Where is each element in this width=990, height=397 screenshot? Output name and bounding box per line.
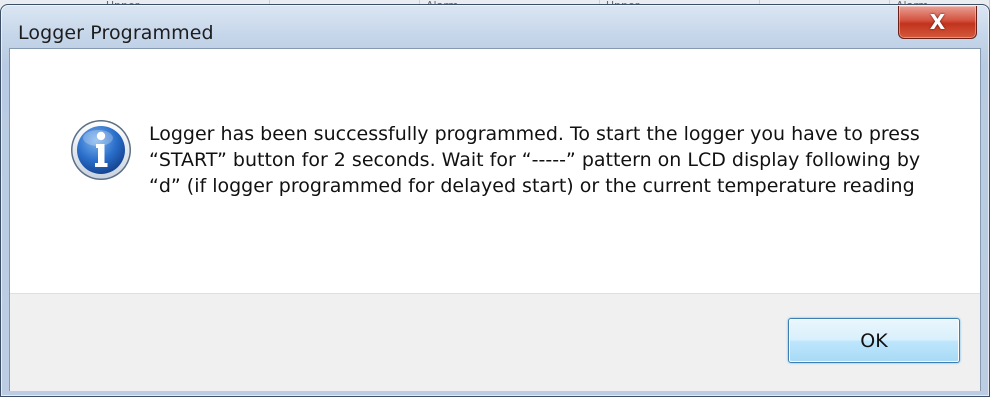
close-icon: X (929, 10, 946, 34)
info-icon (71, 120, 131, 180)
ok-button[interactable]: OK (788, 318, 960, 363)
dialog-title: Logger Programmed (18, 22, 214, 44)
close-button[interactable]: X (898, 6, 977, 39)
message-area: Logger has been successfully programmed.… (10, 49, 980, 293)
dialog-message: Logger has been successfully programmed.… (149, 123, 921, 197)
dialog-window: Logger Programmed X Logger has been succ… (0, 4, 990, 397)
button-bar: OK (10, 293, 980, 391)
dialog-client-area: Logger has been successfully programmed.… (9, 48, 981, 391)
